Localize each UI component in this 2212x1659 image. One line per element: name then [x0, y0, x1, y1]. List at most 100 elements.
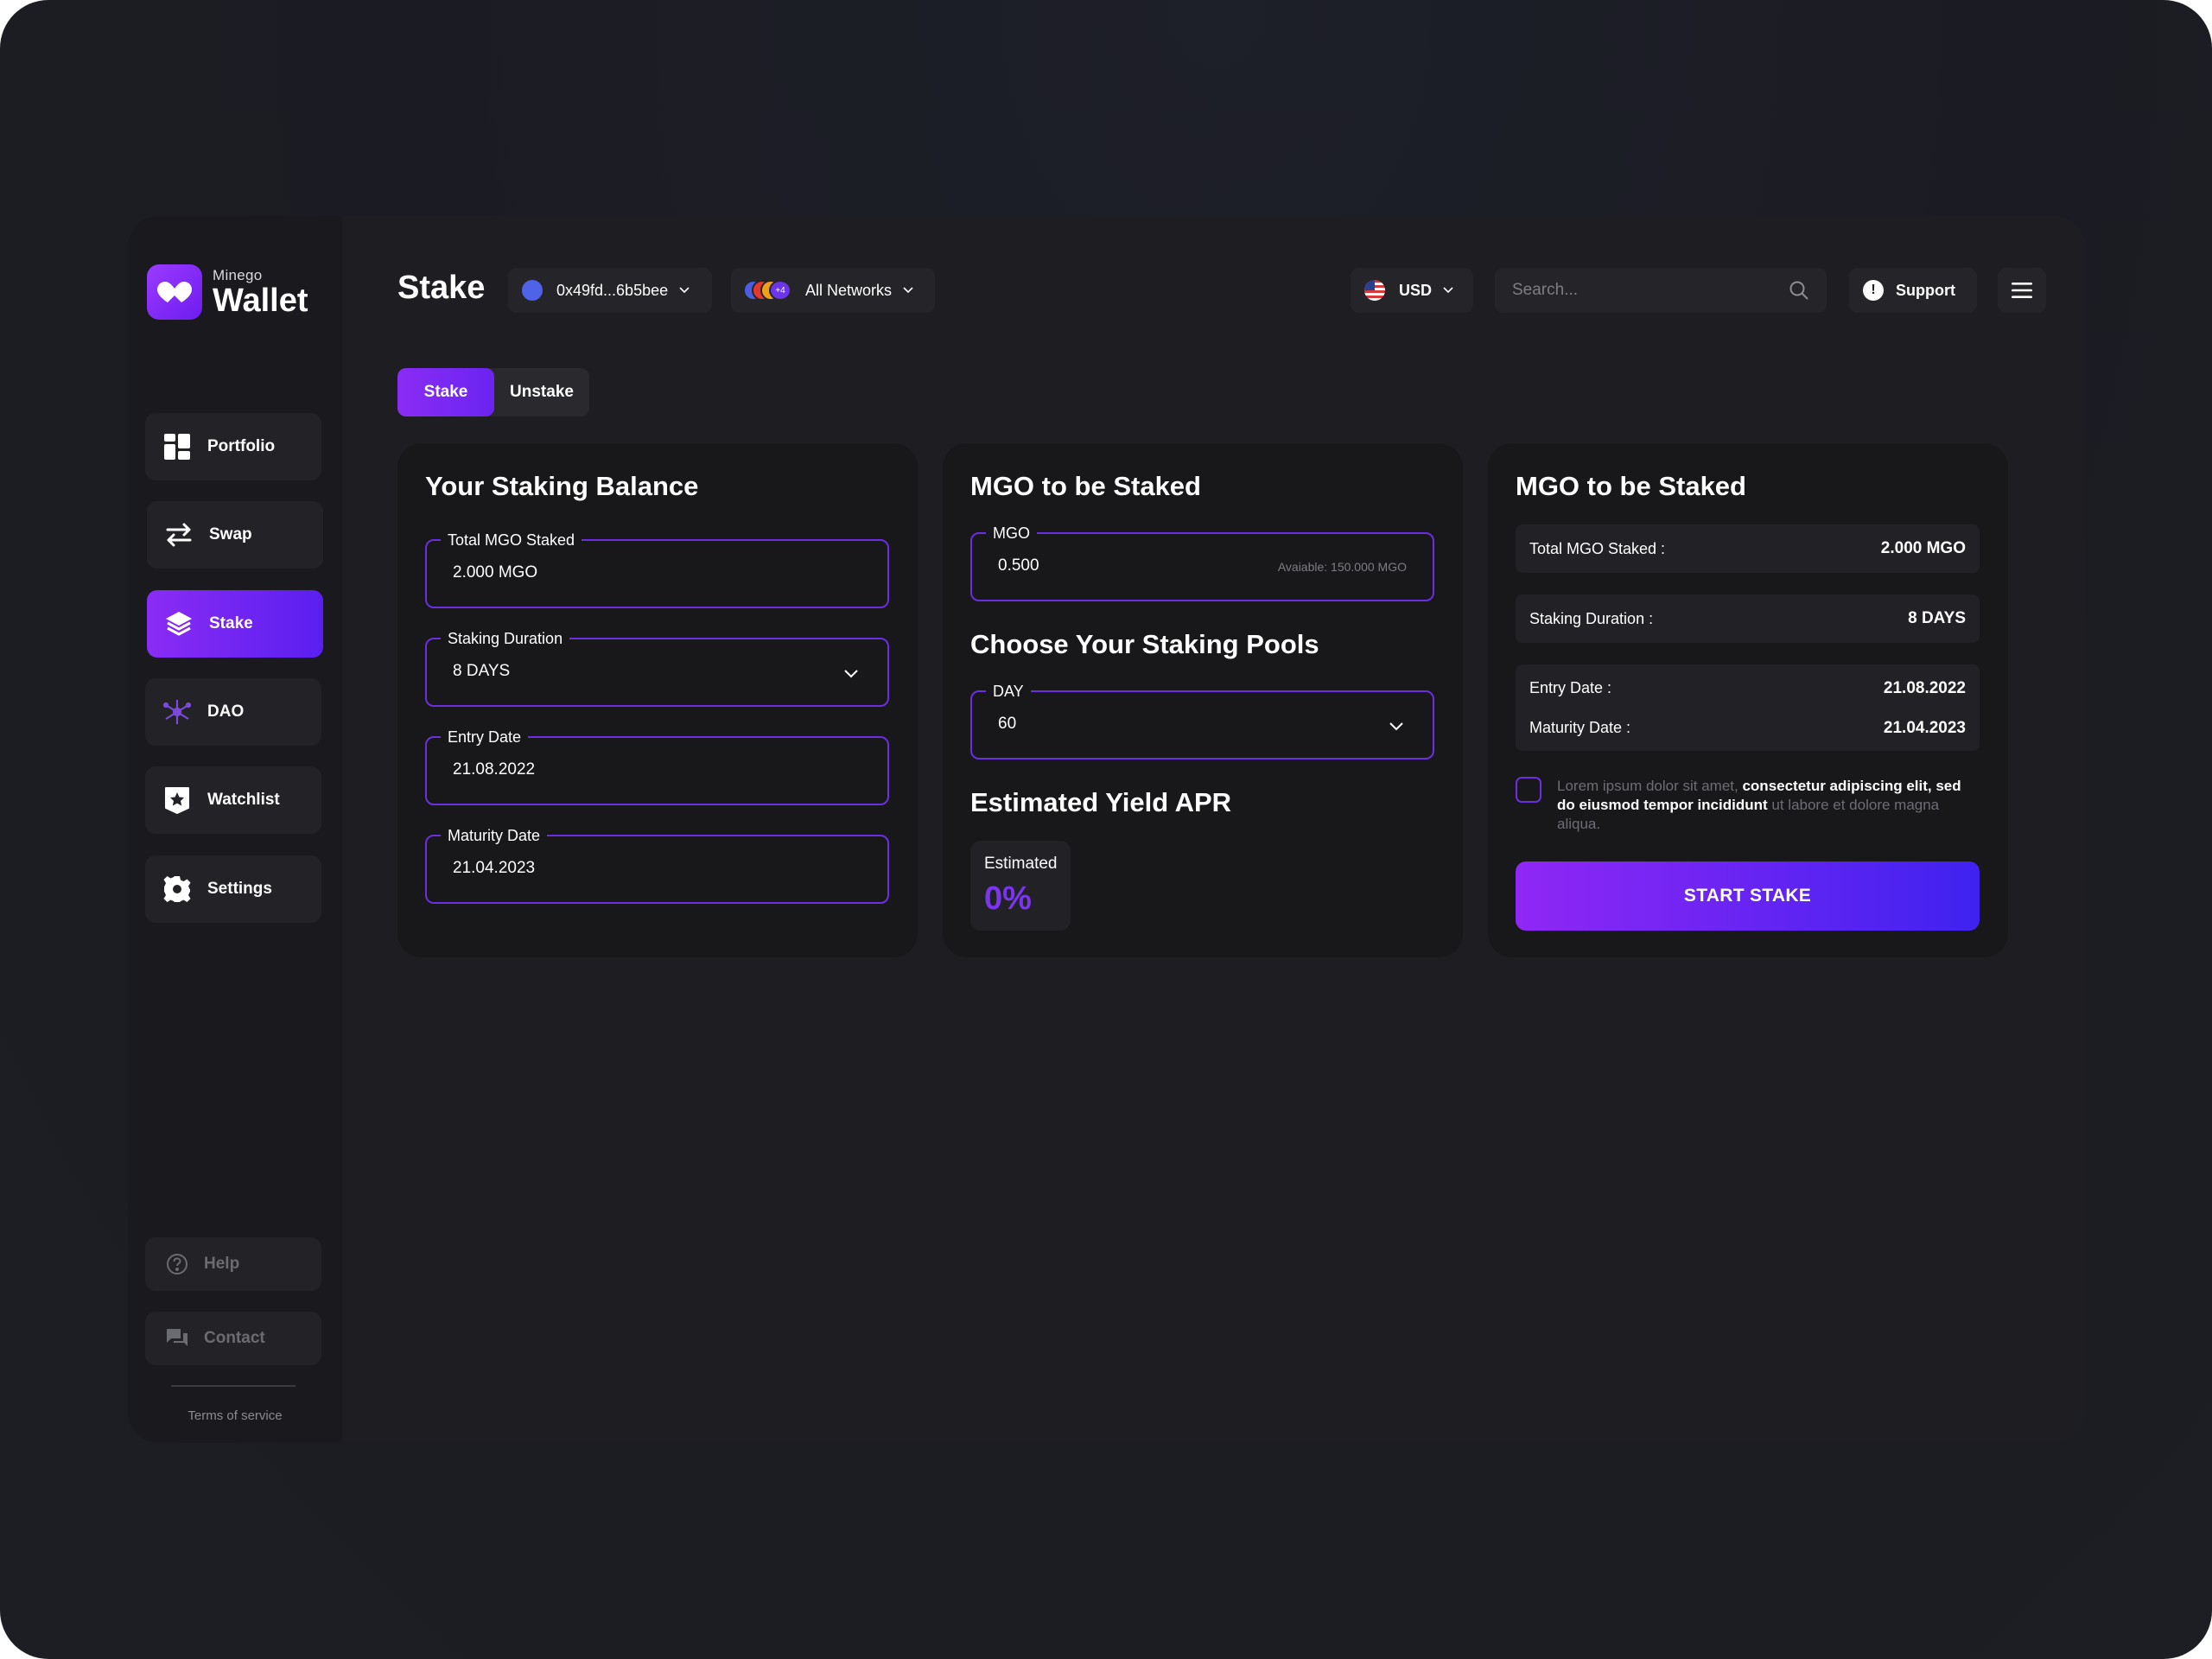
field-label: Staking Duration [441, 628, 570, 649]
search-input[interactable] [1512, 281, 1789, 300]
field-value: 21.04.2023 [453, 859, 536, 877]
entry-date-field[interactable]: Entry Date 21.08.2022 [425, 727, 889, 805]
sidebar: Minego Wallet Portfolio Swap Stake DAO W… [128, 216, 342, 1443]
network-extra-count: +4 [769, 280, 791, 301]
swap-icon [164, 520, 194, 550]
field-value: 0.500 [998, 556, 1039, 575]
hamburger-menu-icon [2012, 283, 2032, 298]
sidebar-item-dao[interactable]: DAO [145, 678, 321, 746]
summary-total-row: Total MGO Staked : 2.000 MGO [1516, 524, 1980, 573]
sidebar-item-label: Help [204, 1255, 240, 1273]
sidebar-item-help[interactable]: Help [145, 1237, 321, 1291]
summary-value: 21.08.2022 [1883, 679, 1966, 697]
sidebar-item-label: Settings [207, 880, 272, 898]
sidebar-item-label: Watchlist [207, 791, 280, 809]
tab-stake[interactable]: Stake [397, 368, 494, 416]
network-selector[interactable]: +4 All Networks [731, 268, 935, 313]
sidebar-item-watchlist[interactable]: Watchlist [145, 766, 321, 834]
stake-tabs: Stake Unstake [397, 368, 589, 416]
stake-input-card: MGO to be Staked MGO 0.500 Avaiable: 150… [943, 443, 1463, 957]
summary-value: 21.04.2023 [1883, 719, 1966, 737]
pools-title: Choose Your Staking Pools [970, 629, 1319, 659]
footer-divider [171, 1385, 296, 1387]
mgo-amount-input[interactable]: MGO 0.500 Avaiable: 150.000 MGO [970, 523, 1434, 601]
summary-key: Total MGO Staked : [1529, 539, 1666, 557]
network-label: All Networks [805, 281, 893, 299]
terms-text-part: Lorem ipsum dolor sit amet, [1557, 778, 1743, 794]
field-value: 8 DAYS [453, 662, 511, 680]
terms-text: Lorem ipsum dolor sit amet, consectetur … [1557, 777, 1980, 834]
summary-value: 2.000 MGO [1880, 539, 1966, 557]
wallet-dot-icon [522, 280, 543, 301]
staking-duration-select[interactable]: Staking Duration 8 DAYS [425, 628, 889, 707]
field-label: MGO [986, 523, 1037, 543]
support-button[interactable]: ! Support [1849, 268, 1977, 313]
us-flag-icon [1364, 280, 1385, 301]
total-staked-field[interactable]: Total MGO Staked 2.000 MGO [425, 530, 889, 608]
summary-value: 8 DAYS [1908, 609, 1966, 627]
chevron-down-icon [903, 287, 913, 294]
page-title: Stake [397, 270, 486, 306]
staking-balance-card: Your Staking Balance Total MGO Staked 2.… [397, 443, 918, 957]
app-window: Minego Wallet Portfolio Swap Stake DAO W… [128, 216, 2085, 1443]
field-label: Maturity Date [441, 825, 548, 846]
summary-entry-row: Entry Date : 21.08.2022 [1529, 679, 1966, 698]
layers-icon [164, 609, 194, 639]
card-title: MGO to be Staked [970, 471, 1201, 501]
support-label: Support [1896, 281, 1955, 299]
chevron-down-icon [1389, 722, 1403, 731]
estimated-label: Estimated [984, 855, 1058, 873]
sidebar-item-label: Contact [204, 1329, 265, 1347]
star-badge-icon [162, 785, 192, 815]
gear-icon [162, 874, 192, 904]
chevron-down-icon [679, 287, 690, 294]
field-label: Entry Date [441, 727, 529, 747]
chevron-down-icon [844, 670, 858, 678]
tab-unstake[interactable]: Unstake [494, 368, 589, 416]
summary-duration-row: Staking Duration : 8 DAYS [1516, 594, 1980, 643]
sidebar-item-stake[interactable]: Stake [147, 590, 323, 658]
help-icon [162, 1249, 192, 1279]
brand-small-text: Minego [213, 266, 263, 283]
field-value: 21.08.2022 [453, 760, 536, 779]
wallet-address-selector[interactable]: 0x49fd...6b5bee [508, 268, 712, 313]
pool-day-select[interactable]: DAY 60 [970, 681, 1434, 760]
brand-logo[interactable]: Minego Wallet [147, 264, 308, 320]
estimated-yield-box: Estimated 0% [970, 841, 1071, 931]
summary-maturity-row: Maturity Date : 21.04.2023 [1529, 719, 1966, 738]
estimated-value: 0% [984, 880, 1032, 917]
currency-selector[interactable]: USD [1351, 268, 1473, 313]
chat-icon [162, 1324, 192, 1353]
search-bar [1495, 268, 1827, 313]
sidebar-item-label: DAO [207, 702, 245, 721]
card-title: Your Staking Balance [425, 471, 699, 501]
brand-big-text: Wallet [213, 282, 308, 319]
grid-icon [162, 432, 192, 461]
sidebar-item-label: Portfolio [207, 437, 276, 455]
sidebar-item-portfolio[interactable]: Portfolio [145, 413, 321, 480]
stake-summary-card: MGO to be Staked Total MGO Staked : 2.00… [1488, 443, 2008, 957]
menu-button[interactable] [1998, 268, 2046, 313]
terms-of-service-link[interactable]: Terms of service [128, 1408, 342, 1423]
terms-checkbox[interactable] [1516, 777, 1541, 803]
alert-circle-icon: ! [1863, 280, 1884, 301]
summary-key: Staking Duration : [1529, 609, 1654, 627]
search-icon[interactable] [1789, 280, 1809, 301]
sidebar-item-swap[interactable]: Swap [147, 501, 323, 569]
available-balance: Avaiable: 150.000 MGO [1277, 560, 1407, 574]
summary-key: Maturity Date : [1529, 719, 1631, 736]
wallet-logo-icon [147, 264, 202, 320]
screen-background: Minego Wallet Portfolio Swap Stake DAO W… [0, 0, 2212, 1659]
yield-title: Estimated Yield APR [970, 787, 1232, 817]
field-value: 60 [998, 715, 1017, 733]
sidebar-item-label: Swap [209, 525, 252, 543]
field-label: DAY [986, 681, 1031, 702]
sidebar-item-settings[interactable]: Settings [145, 855, 321, 923]
dao-icon [162, 697, 192, 727]
sidebar-item-contact[interactable]: Contact [145, 1312, 321, 1365]
start-stake-button[interactable]: START STAKE [1516, 861, 1980, 931]
maturity-date-field[interactable]: Maturity Date 21.04.2023 [425, 825, 889, 904]
network-logos-icon: +4 [743, 277, 797, 303]
field-value: 2.000 MGO [453, 563, 538, 582]
sidebar-item-label: Stake [209, 614, 253, 632]
